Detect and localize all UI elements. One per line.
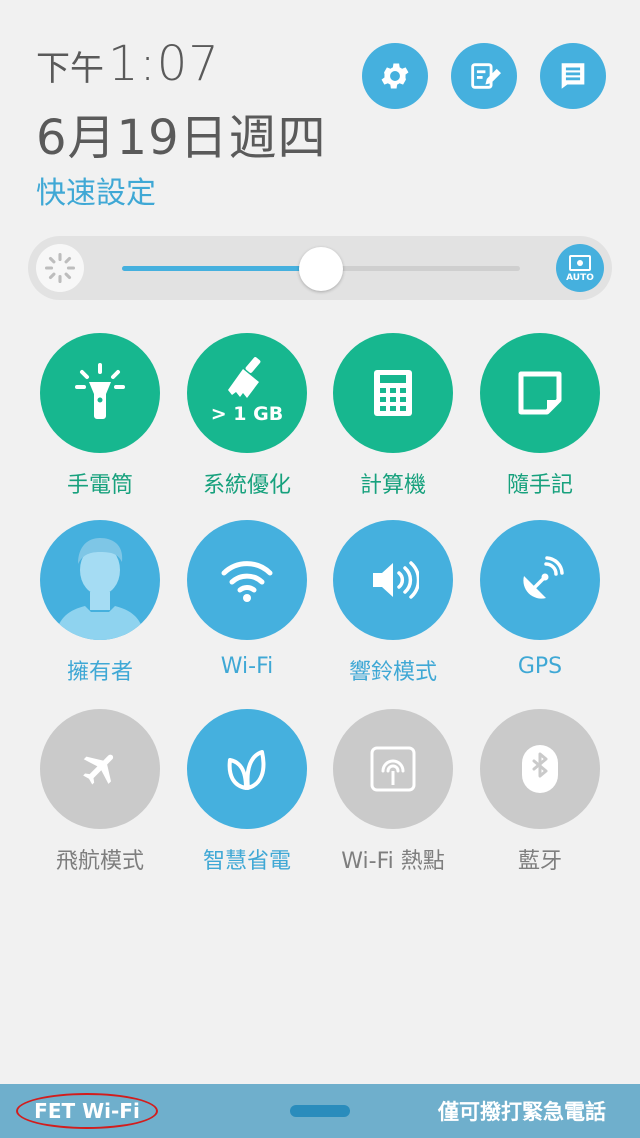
broom-icon: [228, 357, 261, 398]
owner-avatar-icon: [55, 538, 145, 640]
flashlight-icon: [75, 363, 125, 419]
tile-flashlight[interactable]: 手電筒: [40, 333, 160, 499]
tile-airplane-mode[interactable]: 飛航模式: [40, 709, 160, 875]
memory-badge: > 1 GB: [210, 403, 284, 425]
bluetooth-icon: [522, 745, 558, 793]
brightness-icon: [36, 244, 84, 292]
tile-ringer-mode-label: 響鈴模式: [348, 660, 437, 685]
tile-system-boost-label: 系統優化: [202, 473, 291, 498]
leaf-icon: [227, 750, 266, 790]
gps-icon: [523, 556, 564, 599]
tile-owner[interactable]: 擁有者: [40, 520, 160, 686]
brightness-bar: AUTO: [28, 236, 612, 300]
brightness-slider[interactable]: [122, 247, 520, 291]
tile-quick-memo[interactable]: 隨手記: [480, 333, 600, 499]
wifi-icon: [221, 561, 273, 602]
tile-power-saver-label: 智慧省電: [202, 849, 291, 874]
tile-wifi-hotspot[interactable]: Wi-Fi 熱點: [333, 709, 453, 875]
time-value: 1:07: [108, 36, 220, 92]
gear-icon: [381, 63, 409, 89]
tile-airplane-mode-label: 飛航模式: [55, 849, 144, 874]
tile-gps-label: GPS: [517, 654, 563, 679]
calculator-icon: [374, 370, 412, 416]
tile-quick-memo-label: 隨手記: [506, 473, 573, 498]
tile-wifi-hotspot-label: Wi-Fi 熱點: [341, 849, 445, 874]
carrier-name: FET Wi-Fi: [16, 1093, 158, 1129]
tile-system-boost[interactable]: > 1 GB 系統優化: [187, 333, 307, 499]
tile-bluetooth[interactable]: 藍牙: [480, 709, 600, 875]
notes-icon: [561, 63, 585, 89]
tile-flashlight-label: 手電筒: [66, 473, 133, 498]
time-period: 下午: [36, 49, 104, 89]
tile-gps[interactable]: GPS: [480, 520, 600, 679]
emergency-calls-text: 僅可撥打緊急電話: [438, 1100, 606, 1124]
auto-label: AUTO: [566, 272, 594, 283]
brightness-slider-fill: [122, 266, 321, 271]
clock: 下午 1:07: [36, 36, 220, 92]
tile-bluetooth-label: 藍牙: [517, 849, 562, 874]
tile-ringer-mode[interactable]: 響鈴模式: [333, 520, 453, 686]
quick-settings-title: 快速設定: [36, 176, 156, 211]
auto-brightness-icon: [569, 254, 591, 271]
airplane-icon: [83, 754, 114, 785]
tile-calculator[interactable]: 計算機: [333, 333, 453, 499]
settings-button[interactable]: [362, 43, 428, 109]
tile-power-saver[interactable]: 智慧省電: [187, 709, 307, 875]
edit-icon: [471, 63, 501, 89]
sticky-note-icon: [518, 371, 562, 415]
auto-brightness-button[interactable]: AUTO: [556, 244, 604, 292]
date: 6月19日週四: [36, 110, 327, 166]
tile-calculator-label: 計算機: [359, 473, 426, 498]
notifications-button[interactable]: [540, 43, 606, 109]
hotspot-icon: [370, 746, 416, 792]
ringer-icon: [373, 561, 419, 599]
drag-handle[interactable]: [290, 1105, 350, 1117]
edit-tiles-button[interactable]: [451, 43, 517, 109]
bottom-status-bar: FET Wi-Fi 僅可撥打緊急電話: [0, 1084, 640, 1138]
tile-wifi[interactable]: Wi-Fi: [187, 520, 307, 679]
brightness-slider-thumb[interactable]: [299, 247, 343, 291]
tile-owner-label: 擁有者: [66, 660, 133, 685]
tile-wifi-label: Wi-Fi: [220, 654, 274, 679]
